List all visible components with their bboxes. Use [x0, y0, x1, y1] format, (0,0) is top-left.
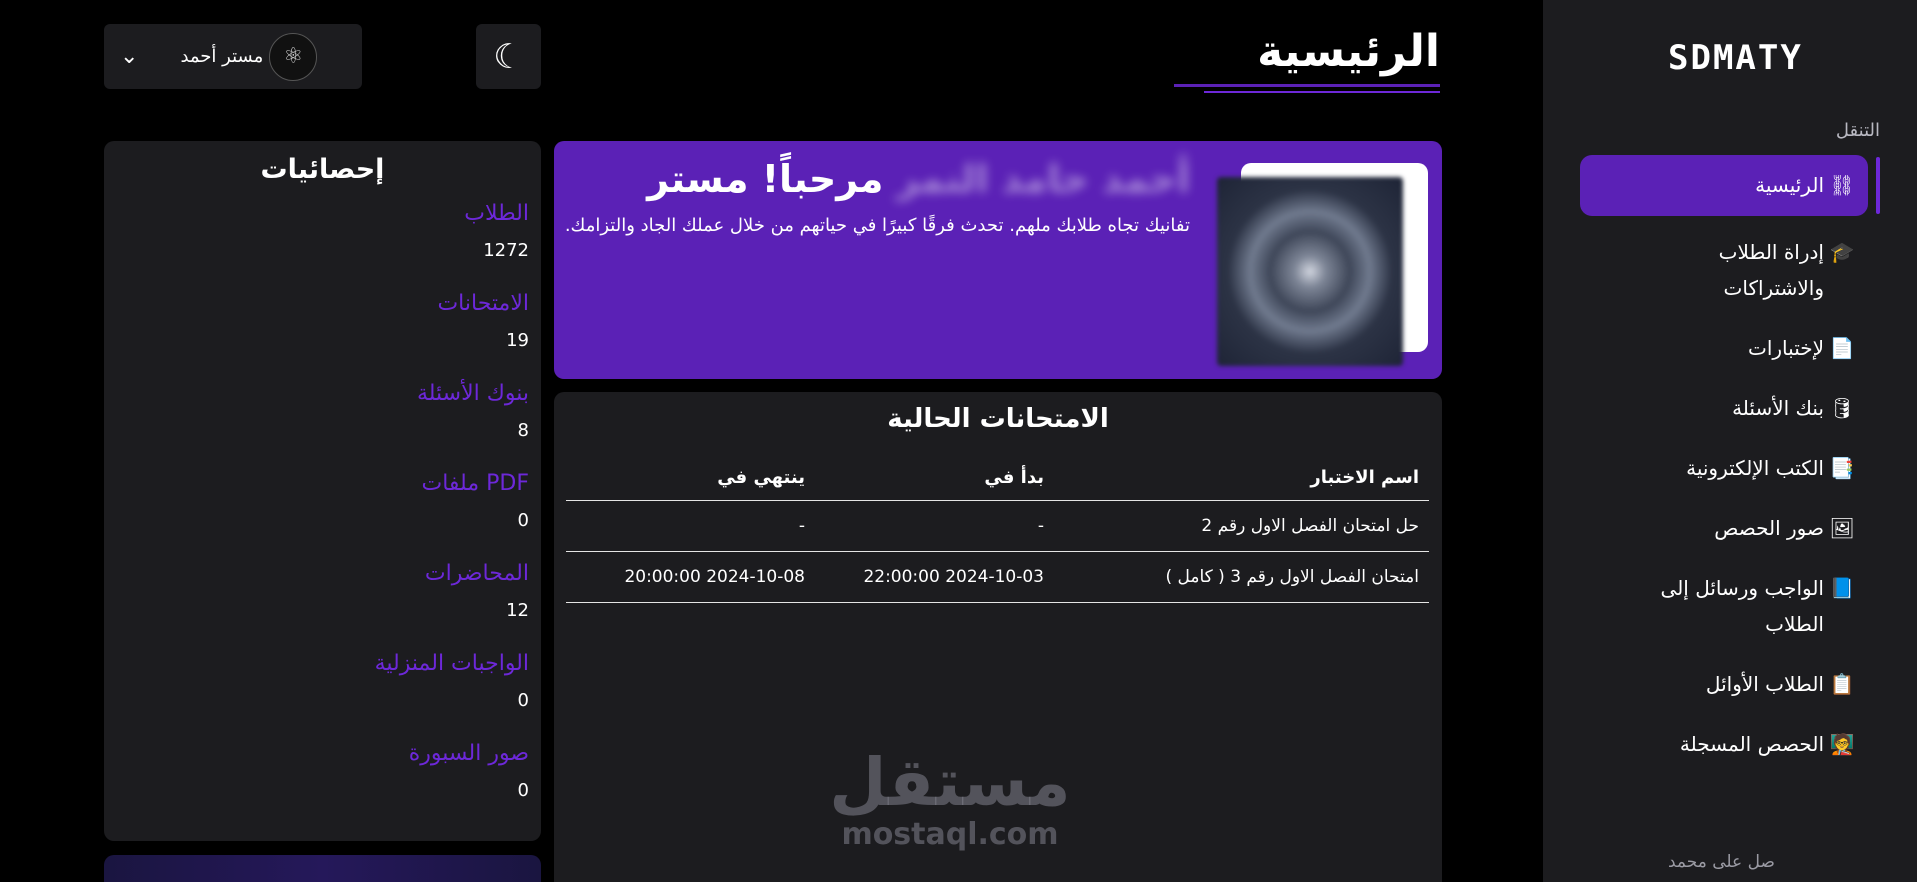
welcome-message: تفانيك تجاه طلابك ملهم. تحدث فرقًا كبيرً…	[564, 215, 1190, 236]
sidebar-nav: ⛓ الرئيسية 🎓 إدراة الطلاب والاشتراكات 📄 …	[1580, 155, 1868, 786]
exam-end: 2024-10-08 20:00:00	[566, 551, 815, 603]
exam-start: 2024-10-03 22:00:00	[815, 551, 1054, 603]
stat-whiteboard-images: صور السبورة 0	[409, 741, 529, 801]
column-header-name: اسم الاختبار	[1054, 456, 1429, 501]
graduate-user-icon: 🎓	[1829, 240, 1855, 264]
exams-title: الامتحانات الحالية	[887, 404, 1109, 434]
chevron-down-icon: ⌄	[120, 44, 139, 69]
column-header-start: بدأ في	[815, 456, 1054, 501]
watermark: مستقل mostaql.com	[820, 748, 1080, 852]
stat-value: 1272	[483, 240, 529, 261]
sidebar-item-top-students[interactable]: 📋 الطلاب الأوائل	[1580, 666, 1868, 702]
sidebar-item-homework[interactable]: 📘 الواجب ورسائل إلى الطلاب	[1580, 570, 1868, 642]
sidebar-item-class-images[interactable]: 🖼 صور الحصص	[1580, 510, 1868, 546]
stat-students: الطلاب 1272	[464, 201, 529, 261]
sidebar-item-label: الكتب الإلكترونية	[1686, 456, 1824, 480]
sidebar-item-label: صور الحصص	[1714, 516, 1824, 540]
stat-value: 19	[506, 330, 529, 351]
stat-label: بنوك الأسئلة	[416, 381, 529, 406]
exam-end: -	[566, 500, 815, 552]
nav-heading: التنقل	[1835, 120, 1880, 141]
sidebar-item-students[interactable]: 🎓 إدراة الطلاب والاشتراكات	[1580, 234, 1868, 306]
teacher-name-blurred: أحمد حامد النمر	[896, 157, 1190, 201]
sidebar-item-label: الحصص المسجلة	[1679, 732, 1824, 756]
database-icon: 🛢	[1829, 396, 1855, 420]
stat-label: صور السبورة	[408, 741, 529, 766]
theme-toggle-button[interactable]: ☾	[476, 24, 541, 89]
stat-label: ملفات PDF	[421, 471, 529, 496]
welcome-image	[1217, 177, 1403, 366]
stat-exams: الامتحانات 19	[437, 291, 529, 351]
sidebar-item-recorded-classes[interactable]: 🧑‍🏫 الحصص المسجلة	[1580, 726, 1868, 762]
moon-icon: ☾	[493, 36, 524, 77]
chalkboard-teacher-icon: 🧑‍🏫	[1829, 732, 1855, 756]
table-row[interactable]: امتحان الفصل الاول رقم 3 ( كامل ) 2024-1…	[566, 551, 1429, 603]
user-menu-button[interactable]: ⌄ مستر أحمد ⚛	[104, 24, 362, 89]
exams-table: اسم الاختبار بدأ في ينتهي في حل امتحان ا…	[566, 456, 1429, 603]
watermark-arabic: مستقل	[829, 744, 1071, 821]
stat-value: 0	[517, 510, 529, 531]
sidebar-item-label: الرئيسية	[1755, 173, 1824, 197]
next-panel-edge	[104, 855, 541, 882]
stat-label: الطلاب	[464, 201, 529, 226]
title-underline	[1174, 84, 1440, 87]
stats-panel: إحصائيات الطلاب 1272 الامتحانات 19 بنوك …	[104, 141, 541, 841]
sidebar-item-ebooks[interactable]: 📑 الكتب الإلكترونية	[1580, 450, 1868, 486]
file-text-icon: 📄	[1829, 336, 1855, 360]
welcome-greeting: أحمد حامد النمر مرحباً! مستر	[647, 157, 1190, 201]
stat-pdf-files: ملفات PDF 0	[422, 471, 529, 531]
stat-label: المحاضرات	[424, 561, 529, 586]
stat-lectures: المحاضرات 12	[425, 561, 529, 621]
stat-value: 0	[517, 780, 529, 801]
sidebar-item-label: بنك الأسئلة	[1732, 396, 1824, 420]
exam-start: -	[815, 500, 1054, 552]
stat-homework: الواجبات المنزلية 0	[375, 651, 529, 711]
watermark-latin: mostaql.com	[841, 817, 1059, 852]
sidebar: SDMATY التنقل ⛓ الرئيسية 🎓 إدراة الطلاب …	[1543, 0, 1917, 882]
sidebar-footer-note: صل على محمد	[1668, 852, 1775, 872]
sidebar-item-label: لإختبارات	[1748, 336, 1824, 360]
sidebar-item-label: إدراة الطلاب والاشتراكات	[1718, 240, 1824, 300]
pdf-file-icon: 📑	[1829, 456, 1855, 480]
logo: SDMATY	[1668, 38, 1803, 78]
graph-nodes-icon: ⛓	[1829, 173, 1855, 197]
stats-title: إحصائيات	[260, 154, 385, 185]
title-underline-secondary	[1204, 91, 1440, 93]
sidebar-item-label: الواجب ورسائل إلى الطلاب	[1660, 576, 1824, 636]
table-row[interactable]: حل امتحان الفصل الاول رقم 2 - -	[566, 500, 1429, 552]
user-name: مستر أحمد	[180, 46, 264, 67]
sidebar-item-question-bank[interactable]: 🛢 بنك الأسئلة	[1580, 390, 1868, 426]
welcome-banner: أحمد حامد النمر مرحباً! مستر تفانيك تجاه…	[554, 141, 1442, 379]
atom-logo-icon: ⚛	[283, 44, 304, 69]
avatar: ⚛	[269, 32, 318, 81]
greeting-text: مرحباً! مستر	[647, 157, 884, 201]
stat-label: الامتحانات	[437, 291, 529, 316]
column-header-end: ينتهي في	[566, 456, 815, 501]
sidebar-item-exams[interactable]: 📄 لإختبارات	[1580, 330, 1868, 366]
exam-name: امتحان الفصل الاول رقم 3 ( كامل )	[1054, 551, 1429, 603]
page-title: الرئيسية	[1257, 26, 1440, 77]
stat-question-banks: بنوك الأسئلة 8	[417, 381, 529, 441]
image-icon: 🖼	[1829, 516, 1855, 540]
stat-value: 0	[517, 690, 529, 711]
table-header-row: اسم الاختبار بدأ في ينتهي في	[566, 456, 1429, 501]
active-nav-marker	[1876, 157, 1880, 214]
stat-value: 12	[506, 600, 529, 621]
clipboard-list-icon: 📋	[1829, 672, 1855, 696]
sidebar-item-home[interactable]: ⛓ الرئيسية	[1580, 155, 1868, 216]
sidebar-item-label: الطلاب الأوائل	[1705, 672, 1824, 696]
exam-name: حل امتحان الفصل الاول رقم 2	[1054, 500, 1429, 552]
stat-value: 8	[517, 420, 529, 441]
stat-label: الواجبات المنزلية	[374, 651, 529, 676]
book-icon: 📘	[1829, 576, 1855, 600]
